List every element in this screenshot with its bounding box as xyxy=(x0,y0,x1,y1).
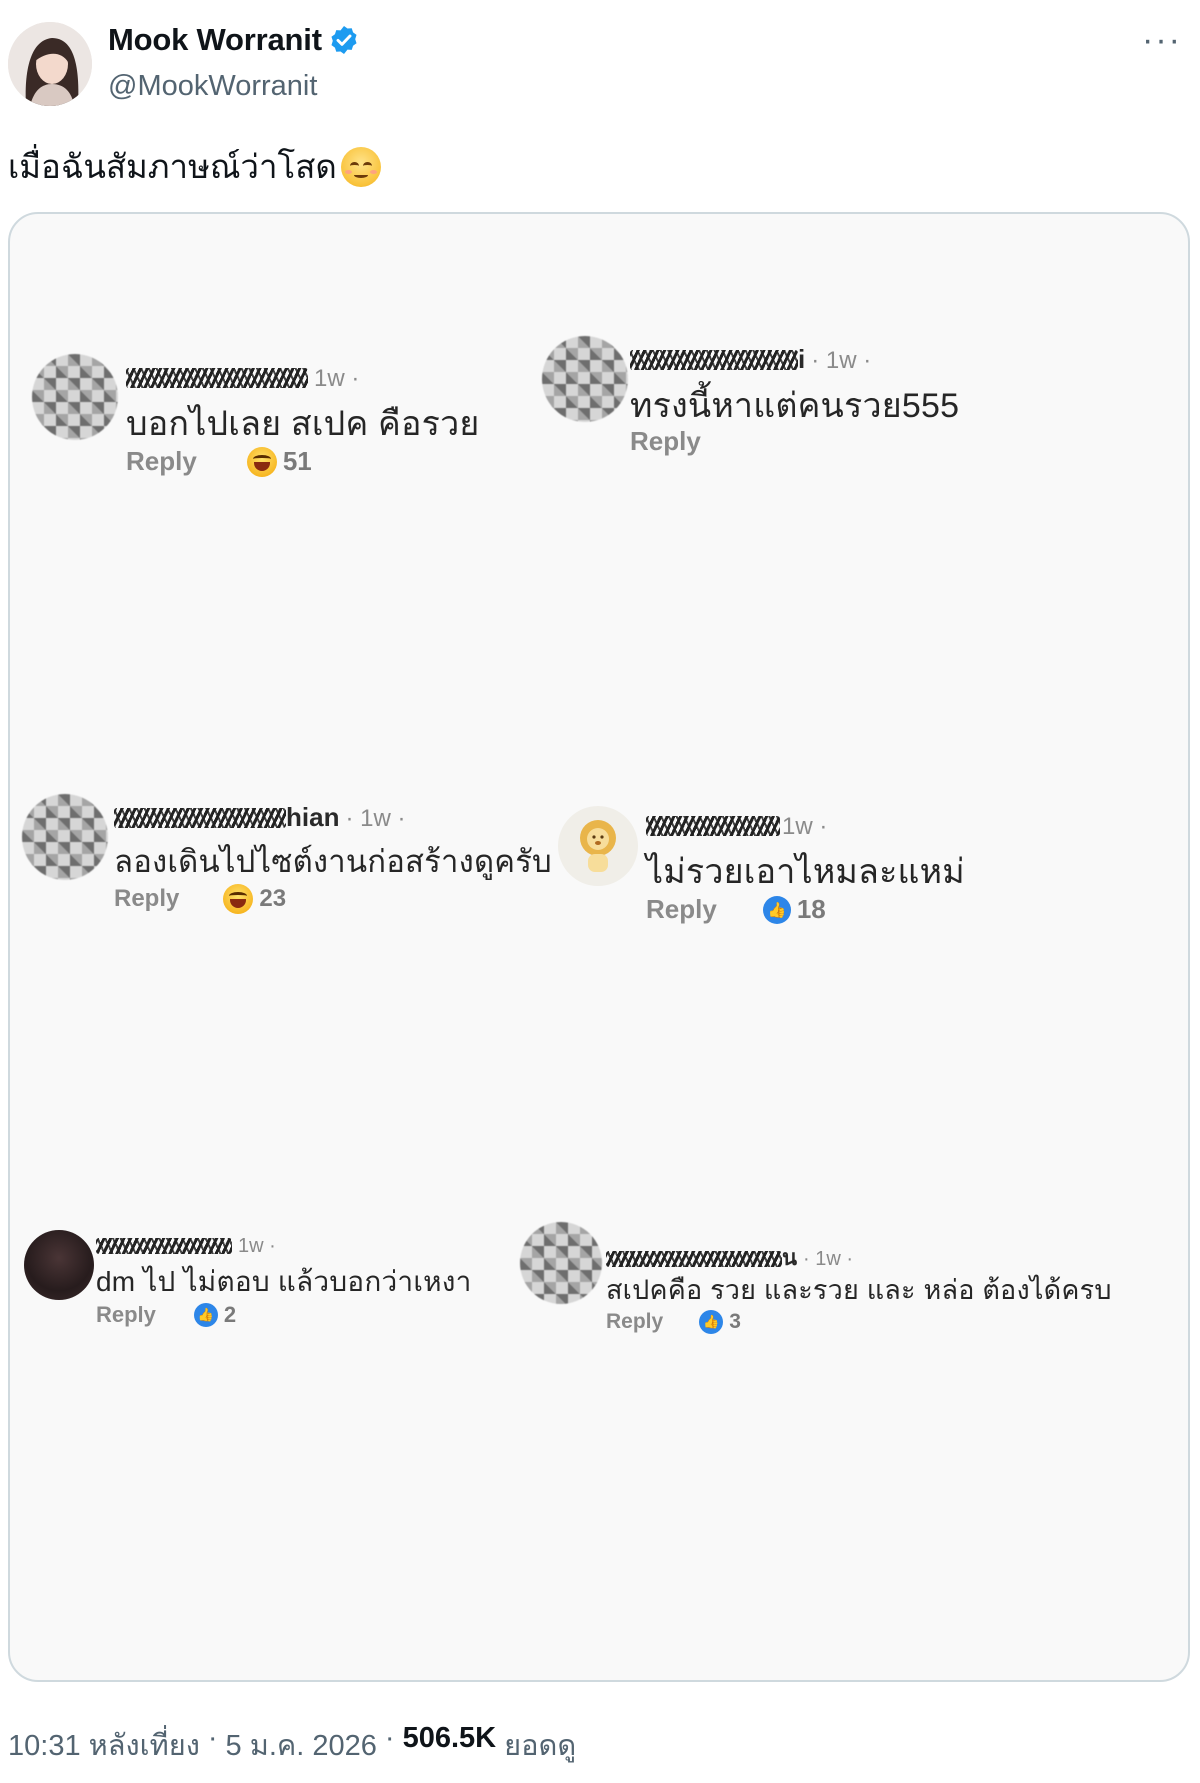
comment-reply-button: Reply xyxy=(126,446,197,476)
comment-meta: Reply 👍 3 xyxy=(606,1310,741,1334)
comment-meta: Reply xyxy=(630,426,701,457)
reaction-count: 3 xyxy=(729,1310,741,1333)
comment-meta: Reply 23 xyxy=(114,884,286,914)
comment-text: dm ไป ไม่ตอบ แล้วบอกว่าเหงา xyxy=(96,1266,472,1297)
laugh-emoji xyxy=(246,446,277,477)
comment-text: ทรงนี้หาแต่คนรวย555 xyxy=(630,387,960,425)
comment-time: · 1w · xyxy=(345,805,406,832)
tweet-time[interactable]: 10:31 หลังเที่ยง xyxy=(8,1722,200,1768)
reaction-count: 18 xyxy=(796,894,826,924)
comment-user-row: 1w · xyxy=(646,810,827,841)
reaction-count: 2 xyxy=(223,1302,237,1327)
like-icon: 👍 xyxy=(762,895,791,924)
comment-username: hian xyxy=(114,802,339,833)
author-avatar[interactable] xyxy=(8,22,92,106)
comment-meta: Reply 👍 2 xyxy=(96,1302,236,1328)
more-icon[interactable]: ··· xyxy=(1142,23,1182,57)
tweet-date[interactable]: 5 ม.ค. 2026 xyxy=(226,1722,377,1768)
comment-meta: Reply 👍 18 xyxy=(646,894,826,925)
view-count: 506.5K xyxy=(402,1722,497,1754)
comment-username xyxy=(646,810,780,841)
tweet-media-image[interactable]: 1w · บอกไปเลย สเปค คือรวย Reply 51 i · 1… xyxy=(8,212,1190,1682)
dark-avatar xyxy=(24,1230,94,1300)
comment-text: บอกไปเลย สเปค คือรวย xyxy=(126,405,480,443)
comment-user-row: 1w · xyxy=(96,1232,276,1258)
blurred-avatar xyxy=(32,354,118,440)
comment-reaction: 23 xyxy=(223,884,286,914)
comment-reply-button: Reply xyxy=(606,1310,664,1333)
tweet: Mook Worranit @MookWorranit ··· เมื่อฉัน… xyxy=(0,0,1200,1783)
comment-reply-button: Reply xyxy=(646,894,717,924)
comment-time: · 1w · xyxy=(811,347,872,374)
comment-reply-button: Reply xyxy=(630,426,701,456)
comment-time: 1w · xyxy=(238,1235,276,1257)
comment-reaction: 👍 2 xyxy=(193,1302,237,1328)
comment-username: i xyxy=(630,344,805,375)
laugh-emoji xyxy=(223,884,254,914)
comment-user-row: 1w · xyxy=(126,362,359,393)
author-handle[interactable]: @MookWorranit xyxy=(108,70,317,103)
comment-reaction: 👍 18 xyxy=(762,894,826,925)
comment-reply-button: Reply xyxy=(114,885,180,912)
blurred-avatar xyxy=(22,794,108,880)
comment-text: สเปคคือ รวย และรวย และ หล่อ ต้องได้ครบ xyxy=(606,1275,1112,1305)
lion-avatar xyxy=(558,806,638,886)
reaction-count: 23 xyxy=(259,885,287,912)
blurred-avatar xyxy=(520,1222,602,1304)
comment-text: ไม่รวยเอาไหมละแหม่ xyxy=(646,853,965,891)
tweet-text: เมื่อฉันสัมภาษณ์ว่าโสด xyxy=(8,140,381,193)
comment-reaction: 51 xyxy=(246,446,312,477)
comment-meta: Reply 51 xyxy=(126,446,312,477)
author-display-name[interactable]: Mook Worranit xyxy=(108,22,322,58)
separator: · xyxy=(384,1722,395,1754)
comment-text: ลองเดินไปไซต์งานก่อสร้างดูครับ xyxy=(114,844,552,879)
comment-username xyxy=(96,1232,232,1258)
reaction-count: 51 xyxy=(282,446,312,476)
tweet-footer: 10:31 หลังเที่ยง · 5 ม.ค. 2026 · 506.5K … xyxy=(8,1722,576,1768)
like-icon: 👍 xyxy=(193,1303,218,1327)
like-icon: 👍 xyxy=(699,1310,724,1334)
blurred-avatar xyxy=(542,336,628,422)
tweet-text-content: เมื่อฉันสัมภาษณ์ว่าโสด xyxy=(8,148,337,185)
lion-icon xyxy=(580,820,616,872)
author-name-row: Mook Worranit xyxy=(108,22,360,58)
comment-time: 1w · xyxy=(782,813,828,840)
comment-time: 1w · xyxy=(314,365,360,392)
comment-reply-button: Reply xyxy=(96,1302,156,1327)
separator: · xyxy=(207,1722,218,1754)
comment-reaction: 👍 3 xyxy=(699,1310,741,1334)
pleading-face-emoji xyxy=(340,146,381,187)
comment-username xyxy=(126,362,308,393)
comment-user-row: i · 1w · xyxy=(630,344,871,375)
comment-user-row: hian · 1w · xyxy=(114,802,405,833)
verified-badge-icon xyxy=(331,26,357,54)
views-label: ยอดดู xyxy=(504,1730,577,1762)
